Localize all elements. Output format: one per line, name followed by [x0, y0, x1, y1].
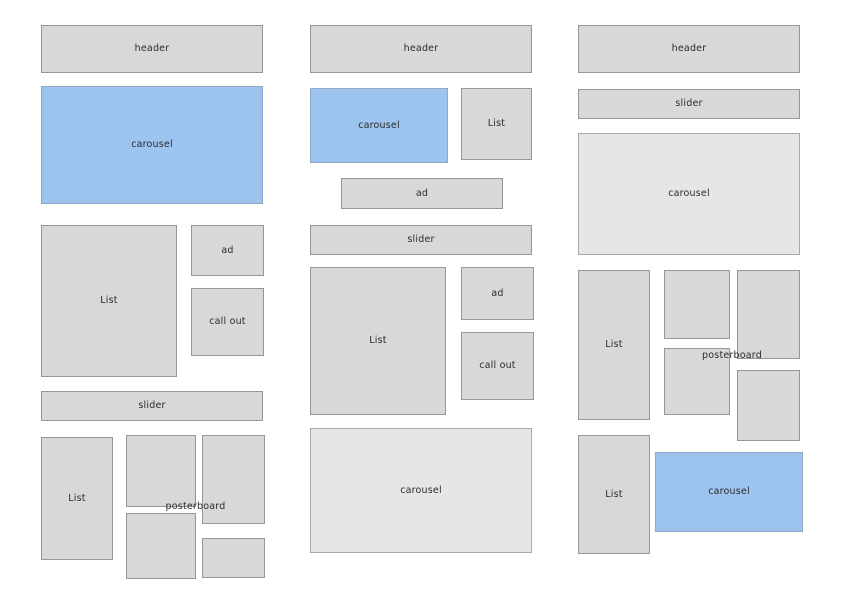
column-3-list[interactable]: List	[578, 270, 650, 420]
column-1-poster-tile-4[interactable]	[202, 538, 265, 578]
column-2-header[interactable]: header	[310, 25, 532, 73]
column-1-slider[interactable]: slider	[41, 391, 263, 421]
column-3-carousel[interactable]: carousel	[578, 133, 800, 255]
column-2-list[interactable]: List	[461, 88, 532, 160]
column-1-poster-tile-3[interactable]	[126, 513, 196, 579]
column-2-carousel-2[interactable]: carousel	[310, 428, 532, 553]
column-2-ad-2[interactable]: ad	[461, 267, 534, 320]
column-2-slider[interactable]: slider	[310, 225, 532, 255]
column-3-poster-tile-3[interactable]	[664, 348, 730, 415]
column-3-header[interactable]: header	[578, 25, 800, 73]
column-2-ad[interactable]: ad	[341, 178, 503, 209]
column-1-poster-tile-2[interactable]	[202, 435, 265, 524]
column-3-carousel-2[interactable]: carousel	[655, 452, 803, 532]
column-1-poster-tile-1[interactable]	[126, 435, 196, 507]
column-2-carousel[interactable]: carousel	[310, 88, 448, 163]
column-3-list-2[interactable]: List	[578, 435, 650, 554]
wireframe-canvas: header carousel List ad call out slider List po…	[0, 0, 842, 595]
column-3-poster-tile-4[interactable]	[737, 370, 800, 441]
column-3-poster-tile-2[interactable]	[737, 270, 800, 359]
column-2-list-2[interactable]: List	[310, 267, 446, 415]
column-1-carousel[interactable]: carousel	[41, 86, 263, 204]
column-3-slider[interactable]: slider	[578, 89, 800, 119]
column-1-list[interactable]: List	[41, 225, 177, 377]
column-3-poster-tile-1[interactable]	[664, 270, 730, 339]
column-2-call-out[interactable]: call out	[461, 332, 534, 400]
column-1-call-out[interactable]: call out	[191, 288, 264, 356]
column-1-list-2[interactable]: List	[41, 437, 113, 560]
column-1-header[interactable]: header	[41, 25, 263, 73]
column-1-ad[interactable]: ad	[191, 225, 264, 276]
